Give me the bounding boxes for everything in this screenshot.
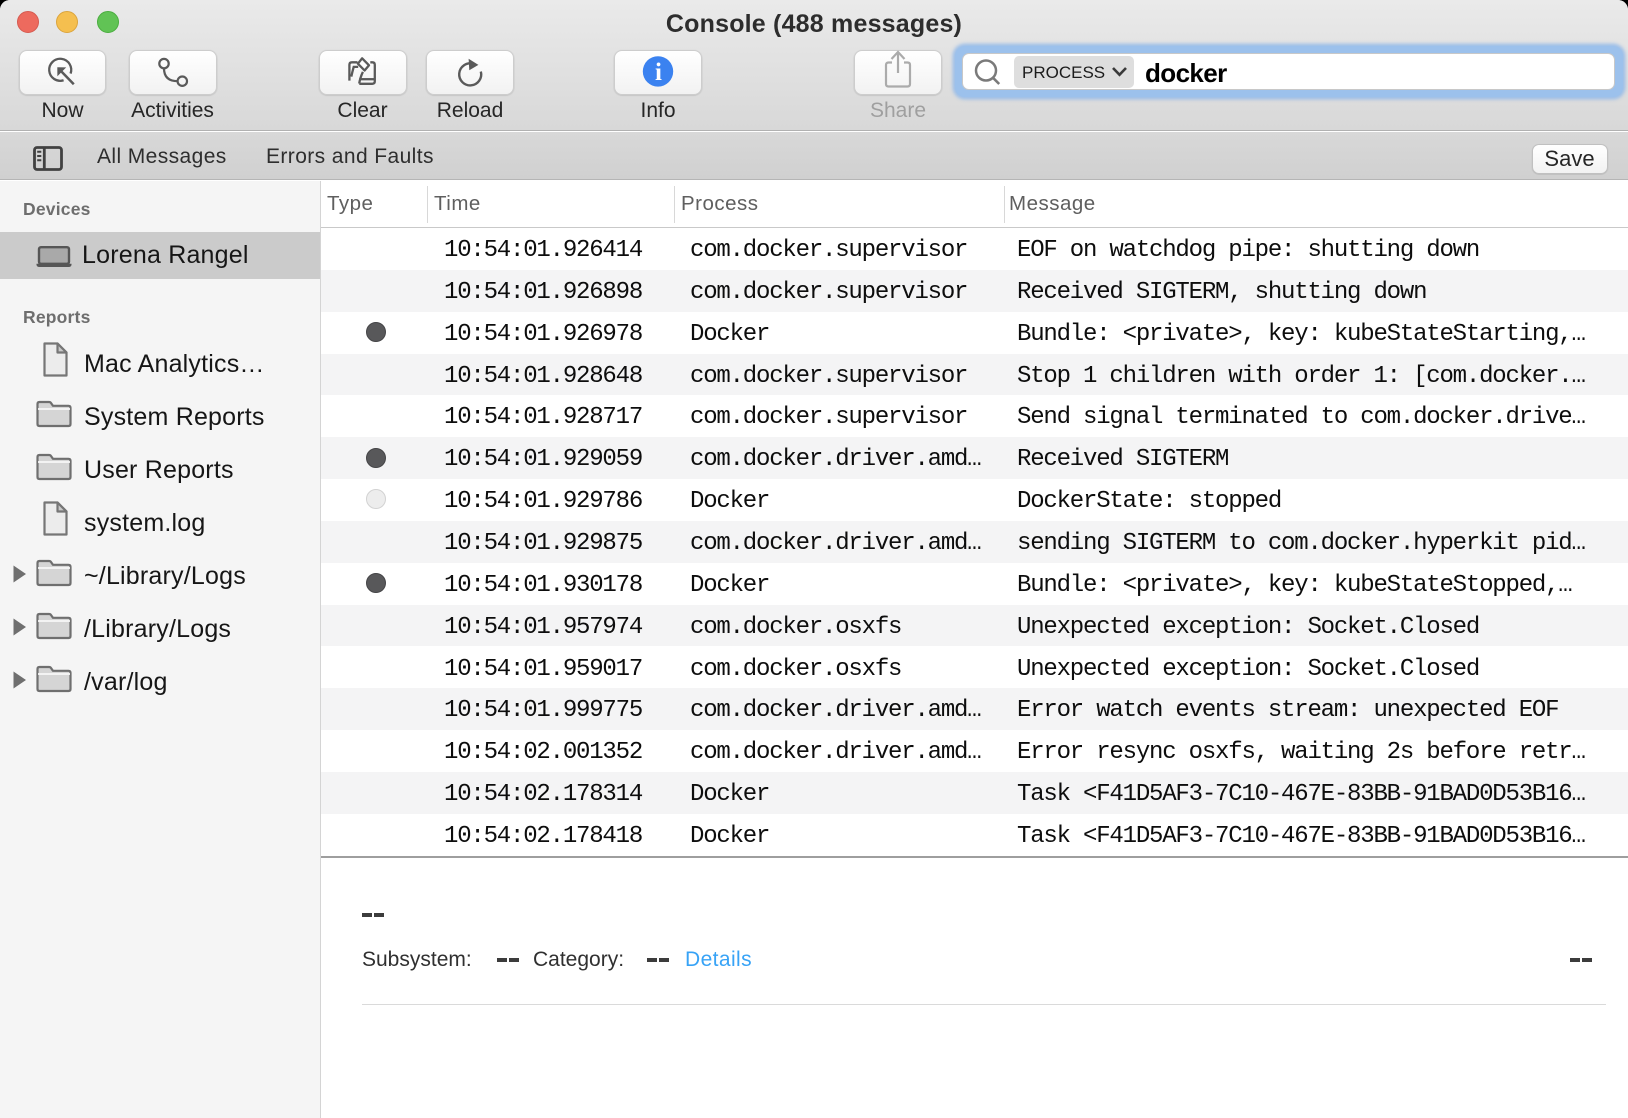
svg-text:i: i xyxy=(655,59,662,86)
